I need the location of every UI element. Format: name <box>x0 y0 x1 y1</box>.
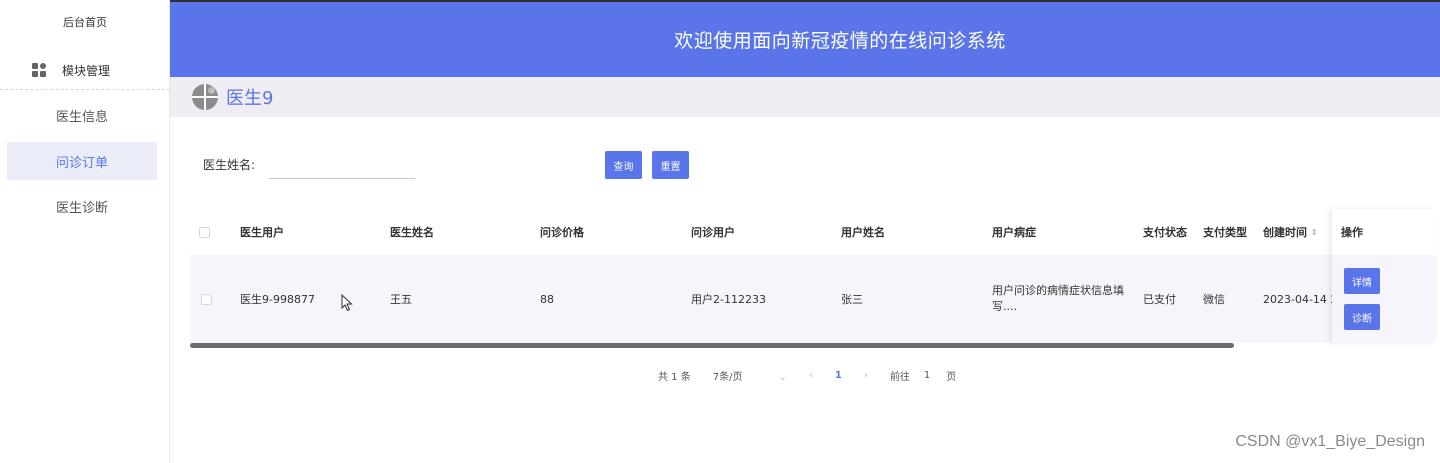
prev-page-icon[interactable]: ‹ <box>809 370 813 381</box>
sidebar: 后台首页 模块管理 医生信息 问诊订单 医生诊断 <box>0 0 170 463</box>
table-header: 医生用户 医生姓名 问诊价格 问诊用户 用户姓名 用户病症 支付状态 支付类型 … <box>190 209 1436 255</box>
page-size-value: 7条/页 <box>712 371 743 383</box>
mouse-cursor-icon <box>341 294 353 312</box>
cell-patient-user: 用户2-112233 <box>691 293 766 306</box>
column-pay-status: 支付状态 <box>1143 226 1187 239</box>
pagination: 共 1 条 7条/页 ⌄ ‹ 1 › 前往 1 页 <box>658 367 978 383</box>
sidebar-item-consult-orders[interactable]: 问诊订单 <box>7 142 157 180</box>
doctor-name-search-input[interactable] <box>269 151 416 179</box>
column-created-time[interactable]: 创建时间 ⇕ <box>1263 209 1318 255</box>
next-page-icon[interactable]: › <box>864 370 868 381</box>
orders-table: 医生用户 医生姓名 问诊价格 问诊用户 用户姓名 用户病症 支付状态 支付类型 … <box>190 209 1436 349</box>
detail-button[interactable]: 详情 <box>1344 268 1380 294</box>
row-checkbox[interactable] <box>201 293 212 305</box>
cell-patient-name: 张三 <box>841 293 863 306</box>
cell-symptom: 用户问诊的病情症状信息填写.... <box>992 284 1124 313</box>
chevron-down-icon: ⌄ <box>778 371 787 383</box>
goto-label: 前往 <box>889 371 910 383</box>
sidebar-divider <box>0 89 170 90</box>
page-title: 欢迎使用面向新冠疫情的在线问诊系统 <box>674 30 1006 52</box>
sidebar-item-module-management[interactable]: 模块管理 <box>32 60 110 80</box>
sidebar-item-doctor-diagnosis[interactable]: 医生诊断 <box>7 187 157 225</box>
page-suffix: 页 <box>946 371 957 383</box>
top-header: 欢迎使用面向新冠疫情的在线问诊系统 <box>170 0 1440 77</box>
column-doctor-user: 医生用户 <box>240 226 284 239</box>
main-content: 医生姓名: 查询 重置 医生用户 医生姓名 问诊价格 问诊用户 用户姓名 用户病… <box>174 121 1436 463</box>
table-row: 医生9-998877 王五 88 用户2-112233 张三 用户问诊的病情症状… <box>190 255 1436 343</box>
column-patient-user: 问诊用户 <box>691 226 735 239</box>
cell-price: 88 <box>540 292 554 306</box>
column-symptom: 用户病症 <box>992 226 1036 239</box>
query-button[interactable]: 查询 <box>605 151 642 179</box>
select-all-checkbox-cell[interactable] <box>199 209 210 255</box>
cell-pay-status: 已支付 <box>1143 293 1176 306</box>
goto-page-input[interactable]: 1 <box>924 370 930 381</box>
sort-icon[interactable]: ⇕ <box>1311 228 1318 237</box>
row-checkbox-cell[interactable] <box>201 255 212 343</box>
column-operations: 操作 <box>1341 226 1363 239</box>
select-all-checkbox[interactable] <box>199 226 210 238</box>
search-form: 医生姓名: <box>203 151 416 179</box>
cell-doctor-name: 王五 <box>390 293 412 306</box>
search-label: 医生姓名: <box>203 158 256 172</box>
user-bar: 医生9 <box>170 77 1440 117</box>
diagnose-button[interactable]: 诊断 <box>1344 304 1380 330</box>
column-patient-name: 用户姓名 <box>841 226 885 239</box>
module-grid-icon <box>32 63 46 77</box>
operations-cell: 详情 诊断 <box>1332 255 1436 343</box>
operations-column: 操作 详情 诊断 <box>1332 209 1436 343</box>
app-root: 后台首页 模块管理 医生信息 问诊订单 医生诊断 欢迎使用面向新冠疫情的在线问诊… <box>0 0 1440 463</box>
avatar-icon[interactable] <box>192 84 218 110</box>
page-size-select[interactable]: 7条/页 ⌄ <box>713 368 787 383</box>
reset-button[interactable]: 重置 <box>652 151 689 179</box>
column-doctor-name: 医生姓名 <box>390 226 434 239</box>
column-pay-type: 支付类型 <box>1203 226 1247 239</box>
watermark: CSDN @vx1_Biye_Design <box>1235 433 1425 450</box>
horizontal-scrollbar[interactable] <box>190 343 1234 348</box>
sidebar-item-label: 模块管理 <box>62 63 111 78</box>
sidebar-item-home[interactable]: 后台首页 <box>0 14 170 30</box>
cell-created-time: 2023-04-14 20 <box>1263 292 1332 306</box>
column-created-time-label: 创建时间 <box>1263 226 1307 239</box>
page-number-current[interactable]: 1 <box>835 370 842 381</box>
current-user-name[interactable]: 医生9 <box>226 84 273 110</box>
cell-doctor-user: 医生9-998877 <box>240 293 315 306</box>
pagination-total: 共 1 条 <box>658 371 691 383</box>
sidebar-item-doctor-info[interactable]: 医生信息 <box>7 96 157 134</box>
cell-pay-type: 微信 <box>1203 293 1225 306</box>
column-price: 问诊价格 <box>540 226 584 239</box>
